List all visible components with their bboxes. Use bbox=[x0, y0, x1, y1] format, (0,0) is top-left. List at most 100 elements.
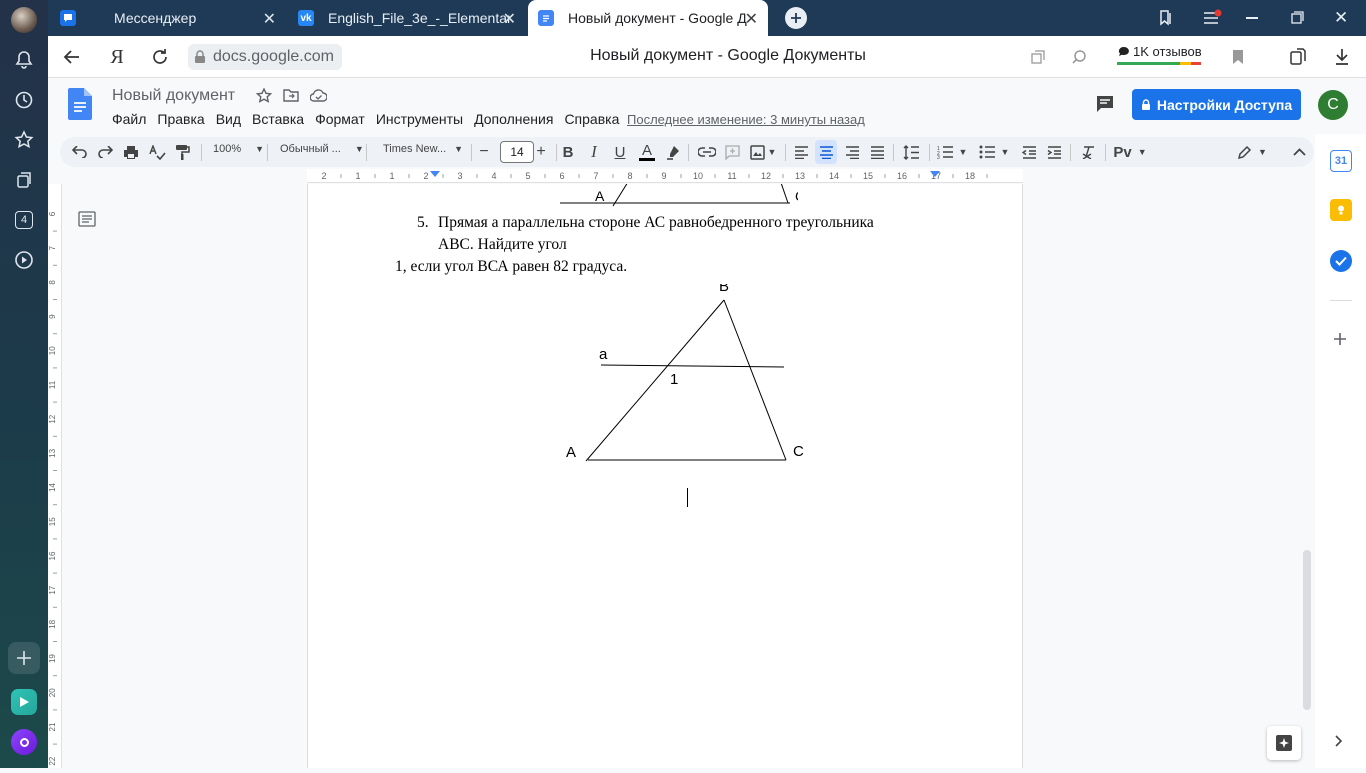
menu-insert[interactable]: Вставка bbox=[252, 111, 304, 127]
undo-icon[interactable] bbox=[68, 140, 92, 164]
menu-addons[interactable]: Дополнения bbox=[474, 111, 553, 127]
back-arrow-icon[interactable] bbox=[60, 45, 84, 69]
insert-link-icon[interactable] bbox=[696, 140, 718, 164]
messenger-app-icon[interactable] bbox=[8, 686, 40, 718]
close-window-icon[interactable]: ✕ bbox=[1334, 8, 1348, 28]
copy-link-icon[interactable] bbox=[1026, 45, 1050, 69]
triangle-figure[interactable]: B a 1 A C bbox=[558, 284, 818, 484]
align-right-icon[interactable] bbox=[841, 140, 863, 164]
font-size-input[interactable]: 14 bbox=[500, 141, 534, 163]
vertical-scrollbar[interactable] bbox=[1303, 550, 1311, 710]
align-center-icon[interactable] bbox=[815, 140, 837, 164]
collections-icon[interactable] bbox=[8, 164, 40, 196]
star-icon[interactable] bbox=[255, 87, 273, 109]
italic-icon[interactable]: I bbox=[583, 140, 605, 164]
menu-format[interactable]: Формат bbox=[315, 111, 365, 127]
style-dropdown[interactable]: Обычный ... ▼ bbox=[280, 143, 364, 155]
spellcheck-icon[interactable] bbox=[145, 140, 169, 164]
close-icon[interactable]: ✕ bbox=[745, 9, 758, 29]
close-icon[interactable]: ✕ bbox=[503, 9, 516, 29]
paint-format-icon[interactable] bbox=[170, 140, 194, 164]
document-title[interactable]: Новый документ bbox=[112, 87, 235, 105]
profile-avatar[interactable] bbox=[8, 4, 40, 36]
input-tools-button[interactable]: Pv ▼ bbox=[1112, 140, 1148, 164]
menu-file[interactable]: Файл bbox=[112, 111, 146, 127]
numbered-list-icon[interactable]: 1 2 3 ▼ bbox=[935, 140, 969, 164]
decrease-indent-icon[interactable] bbox=[1018, 140, 1040, 164]
chevron-up-icon[interactable] bbox=[1288, 140, 1310, 164]
video-play-icon[interactable] bbox=[8, 244, 40, 276]
new-tab-button[interactable] bbox=[785, 7, 807, 29]
search-icon[interactable] bbox=[1067, 45, 1091, 69]
menu-tools[interactable]: Инструменты bbox=[376, 111, 463, 127]
insert-image-icon[interactable]: ▼ bbox=[748, 140, 778, 164]
increase-font-size-button[interactable]: + bbox=[532, 140, 550, 164]
extensions-icon[interactable] bbox=[1286, 45, 1310, 69]
alice-assistant-icon[interactable] bbox=[8, 726, 40, 758]
tab-google-docs[interactable]: Новый документ - Google Д ✕ bbox=[528, 0, 768, 36]
decrease-font-size-button[interactable]: − bbox=[475, 140, 493, 164]
zoom-dropdown[interactable]: 100% ▼ bbox=[213, 143, 264, 155]
redo-icon[interactable] bbox=[93, 140, 117, 164]
explore-button[interactable] bbox=[1267, 726, 1301, 760]
bookmarks-panel-icon[interactable] bbox=[1158, 9, 1174, 32]
line-spacing-icon[interactable] bbox=[900, 140, 922, 164]
ruler-label: 10 bbox=[48, 346, 57, 355]
reload-icon[interactable] bbox=[148, 45, 172, 69]
justify-icon[interactable] bbox=[866, 140, 888, 164]
account-avatar[interactable]: С bbox=[1318, 90, 1348, 120]
underline-icon[interactable]: U bbox=[609, 140, 631, 164]
ruler-label: 12 bbox=[48, 414, 57, 423]
download-icon[interactable] bbox=[1330, 45, 1354, 69]
indent-marker[interactable] bbox=[430, 171, 440, 177]
last-edit-link[interactable]: Последнее изменение: 3 минуты назад bbox=[627, 112, 865, 127]
horizontal-ruler[interactable]: 2 1 1 2 3 4 5 6 7 8 9 10 11 12 13 14 15 16 17 18 bbox=[307, 169, 1023, 183]
yandex-logo-icon[interactable]: Я bbox=[105, 45, 129, 69]
font-dropdown[interactable]: Times New... ▼ bbox=[383, 143, 463, 155]
menu-icon[interactable] bbox=[1202, 9, 1222, 32]
editing-mode-icon[interactable]: ▼ bbox=[1234, 140, 1270, 164]
url-field[interactable]: docs.google.com bbox=[188, 44, 342, 70]
tasks-icon[interactable] bbox=[1330, 250, 1352, 272]
calendar-icon[interactable]: 31 bbox=[1330, 150, 1352, 172]
font-value: Times New... bbox=[383, 143, 447, 155]
increase-indent-icon[interactable] bbox=[1043, 140, 1065, 164]
history-icon[interactable] bbox=[8, 84, 40, 116]
vertical-ruler[interactable]: 6 7 8 9 10 11 12 13 14 15 16 17 18 19 20 21 22 bbox=[48, 184, 62, 768]
cloud-saved-icon[interactable] bbox=[309, 89, 328, 107]
menu-help[interactable]: Справка bbox=[564, 111, 619, 127]
minimize-icon[interactable] bbox=[1246, 17, 1258, 19]
ruler-label: 11 bbox=[727, 171, 736, 181]
text-color-icon[interactable]: A bbox=[636, 140, 658, 164]
add-on-plus-icon[interactable] bbox=[1333, 332, 1347, 351]
clear-formatting-icon[interactable] bbox=[1077, 140, 1099, 164]
menu-view[interactable]: Вид bbox=[216, 111, 241, 127]
restore-icon[interactable] bbox=[1291, 11, 1304, 29]
reviews-badge[interactable]: 1K отзывов bbox=[1118, 44, 1202, 59]
add-panel-icon[interactable] bbox=[8, 642, 40, 674]
move-folder-icon[interactable] bbox=[283, 88, 299, 107]
add-comment-icon[interactable] bbox=[721, 140, 743, 164]
document-page[interactable]: A C 5. Прямая а параллельна стороне АС р… bbox=[307, 184, 1023, 768]
menu-edit[interactable]: Правка bbox=[157, 111, 204, 127]
share-button[interactable]: Настройки Доступа bbox=[1132, 89, 1301, 120]
tab-english-file[interactable]: vk English_File_3e_-_Elementary ✕ bbox=[288, 0, 526, 36]
bookmarks-star-icon[interactable] bbox=[8, 124, 40, 156]
notifications-icon[interactable] bbox=[8, 44, 40, 76]
comment-history-icon[interactable] bbox=[1095, 95, 1115, 113]
print-icon[interactable] bbox=[119, 140, 143, 164]
document-outline-icon[interactable] bbox=[78, 210, 96, 228]
ruler-label: 11 bbox=[48, 380, 57, 389]
close-icon[interactable]: ✕ bbox=[263, 9, 276, 29]
bold-icon[interactable]: B bbox=[557, 140, 579, 164]
svg-text:3: 3 bbox=[937, 155, 940, 159]
bookmark-icon[interactable] bbox=[1226, 45, 1250, 69]
align-left-icon[interactable] bbox=[790, 140, 812, 164]
tab-messenger[interactable]: Мессенджер ✕ bbox=[50, 0, 286, 36]
google-docs-logo-icon[interactable] bbox=[68, 87, 92, 121]
highlight-color-icon[interactable] bbox=[661, 140, 683, 164]
chevron-right-icon[interactable] bbox=[1335, 734, 1343, 752]
tabs-counter-icon[interactable]: 4 bbox=[8, 204, 40, 236]
keep-notes-icon[interactable] bbox=[1330, 199, 1352, 221]
bulleted-list-icon[interactable]: ▼ bbox=[977, 140, 1011, 164]
